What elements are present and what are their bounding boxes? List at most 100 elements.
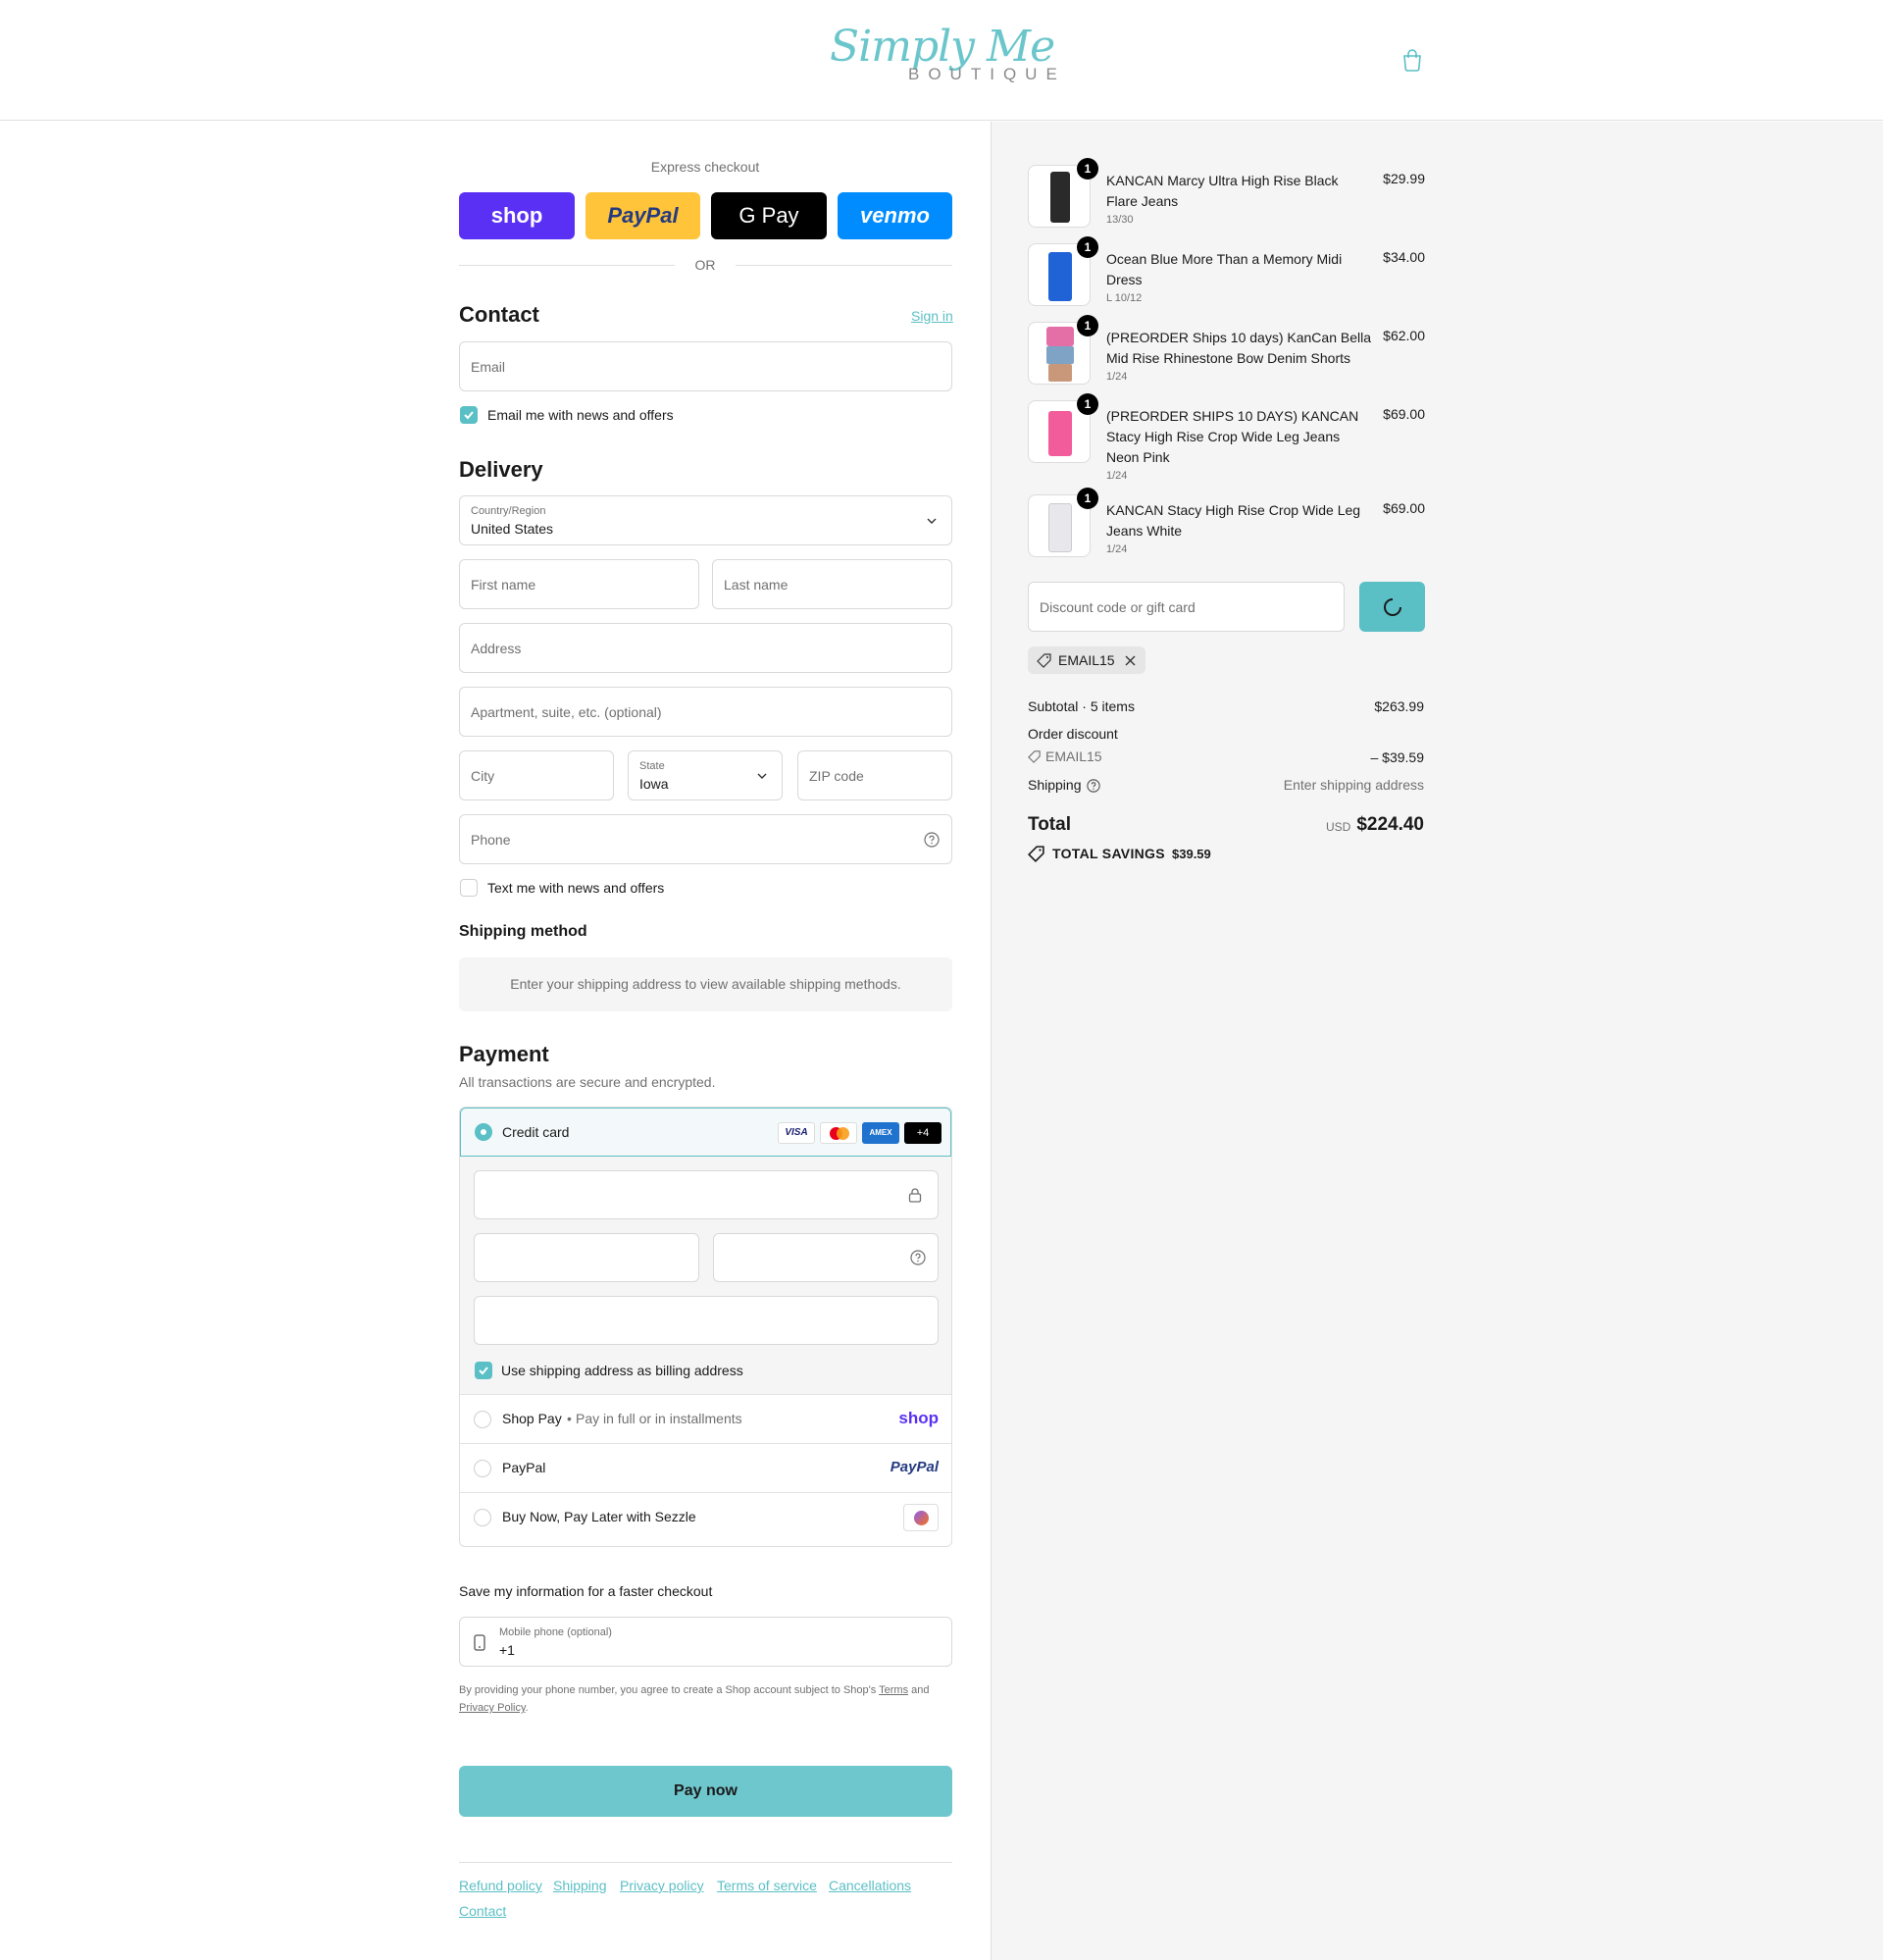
last-name-placeholder: Last name [724,577,789,593]
email-field[interactable]: Email [459,341,952,391]
last-name-field[interactable]: Last name [712,559,952,609]
shop-pay-logo: shop [898,1409,939,1427]
city-placeholder: City [471,768,495,784]
total-value: $224.40 [1356,814,1424,835]
apartment-field[interactable]: Apartment, suite, etc. (optional) [459,687,952,737]
or-divider-text: OR [694,257,716,273]
product-name: Ocean Blue More Than a Memory Midi Dress [1106,251,1343,287]
tag-icon [1028,750,1041,763]
mobile-phone-icon [474,1634,485,1651]
pay-now-label: Pay now [674,1782,738,1799]
chevron-down-icon [757,773,767,779]
card-number-field[interactable] [474,1170,939,1219]
product-name: (PREORDER Ships 10 days) KanCan Bella Mi… [1106,330,1372,366]
credit-card-label: Credit card [502,1124,570,1140]
shipping-method-message: Enter your shipping address to view avai… [510,976,901,992]
paypal-radio[interactable] [474,1460,491,1477]
shop-pay-subtitle: Pay in full or in installments [576,1411,742,1426]
credit-card-radio[interactable] [475,1123,492,1141]
expiration-field[interactable] [474,1233,699,1282]
billing-checkbox[interactable] [475,1362,492,1379]
phone-field[interactable]: Phone [459,814,952,864]
subtotal-label: Subtotal · 5 items [1028,698,1135,714]
privacy-policy-link[interactable]: Privacy Policy [459,1702,526,1714]
pay-now-button[interactable]: Pay now [459,1766,952,1817]
refund-policy-link[interactable]: Refund policy [459,1878,542,1893]
product-name: KANCAN Stacy High Rise Crop Wide Leg Jea… [1106,502,1361,539]
divider-left [459,265,675,266]
shopping-bag-icon[interactable] [1401,48,1423,72]
discount-code-label: EMAIL15 [1045,748,1102,764]
shop-pay-radio[interactable] [474,1411,491,1428]
text-offers-label: Text me with news and offers [487,880,665,896]
currency-code: USD [1326,820,1351,834]
name-on-card-field[interactable] [474,1296,939,1345]
product-price: $69.00 [1383,406,1425,422]
address-field[interactable]: Address [459,623,952,673]
cancellations-link[interactable]: Cancellations [829,1878,911,1893]
store-logo[interactable]: Simply Me BOUTIQUE [830,22,1057,92]
site-header: Simply Me BOUTIQUE [0,0,1883,121]
security-code-field[interactable] [713,1233,939,1282]
line-item: 1 KANCAN Marcy Ultra High Rise Black Fla… [1028,158,1425,228]
sezzle-radio[interactable] [474,1509,491,1526]
tag-icon [1028,846,1044,862]
shipping-policy-link[interactable]: Shipping [553,1878,607,1893]
country-select[interactable]: Country/Region United States [459,495,952,545]
google-pay-label: G Pay [738,203,799,228]
paypal-option-label: PayPal [502,1460,546,1475]
privacy-policy-footer-link[interactable]: Privacy policy [620,1878,704,1893]
paypal-express-button[interactable]: PayPal [585,192,700,239]
zip-placeholder: ZIP code [809,768,864,784]
product-name: KANCAN Marcy Ultra High Rise Black Flare… [1106,173,1339,209]
first-name-field[interactable]: First name [459,559,699,609]
help-circle-icon[interactable] [924,832,940,848]
help-circle-icon[interactable] [910,1250,926,1265]
terms-of-service-link[interactable]: Terms of service [717,1878,817,1893]
phone-placeholder: Phone [471,832,511,848]
line-item: 1 (PREORDER SHIPS 10 DAYS) KANCAN Stacy … [1028,393,1425,483]
text-offers-checkbox[interactable] [460,879,478,897]
product-price: $69.00 [1383,500,1425,516]
total-label: Total [1028,814,1071,835]
close-icon[interactable] [1125,655,1136,666]
credit-card-option[interactable]: Credit card VISA AMEX +4 [460,1108,951,1157]
venmo-label: venmo [860,203,930,228]
zip-field[interactable]: ZIP code [797,750,952,800]
product-price: $62.00 [1383,328,1425,343]
apartment-placeholder: Apartment, suite, etc. (optional) [471,704,662,720]
first-name-placeholder: First name [471,577,536,593]
product-price: $34.00 [1383,249,1425,265]
shop-pay-express-button[interactable]: shop [459,192,575,239]
contact-link[interactable]: Contact [459,1903,506,1919]
line-item: 1 (PREORDER Ships 10 days) KanCan Bella … [1028,315,1425,385]
sezzle-option[interactable]: Buy Now, Pay Later with Sezzle [460,1492,951,1541]
discount-code-field[interactable]: Discount code or gift card [1028,582,1345,632]
news-checkbox[interactable] [460,406,478,424]
help-circle-icon[interactable] [1087,779,1100,793]
product-variant: 1/24 [1106,371,1128,383]
apply-discount-button[interactable] [1359,582,1425,632]
product-variant: 13/30 [1106,214,1134,226]
paypal-option[interactable]: PayPal PayPal [460,1443,951,1492]
venmo-express-button[interactable]: venmo [838,192,952,239]
city-field[interactable]: City [459,750,614,800]
checkout-form-column: Express checkout shop PayPal G Pay venmo… [0,122,991,1960]
quantity-badge: 1 [1077,158,1098,180]
loading-spinner-icon [1384,598,1401,616]
shop-pay-option[interactable]: Shop Pay • Pay in full or in installment… [460,1394,951,1443]
shipping-method-notice: Enter your shipping address to view avai… [459,957,952,1011]
save-info-heading: Save my information for a faster checkou… [459,1583,713,1599]
payment-heading: Payment [459,1042,549,1066]
google-pay-express-button[interactable]: G Pay [711,192,827,239]
terms-link[interactable]: Terms [879,1684,908,1696]
mobile-phone-value: +1 [499,1642,515,1658]
quantity-badge: 1 [1077,315,1098,336]
mobile-phone-field[interactable]: Mobile phone (optional) +1 [459,1617,952,1667]
delivery-heading: Delivery [459,457,543,482]
paypal-label: PayPal [607,203,679,228]
sign-in-link[interactable]: Sign in [911,308,953,324]
order-discount-label: Order discount [1028,726,1118,742]
state-select[interactable]: State Iowa [628,750,783,800]
shipping-method-heading: Shipping method [459,923,587,940]
